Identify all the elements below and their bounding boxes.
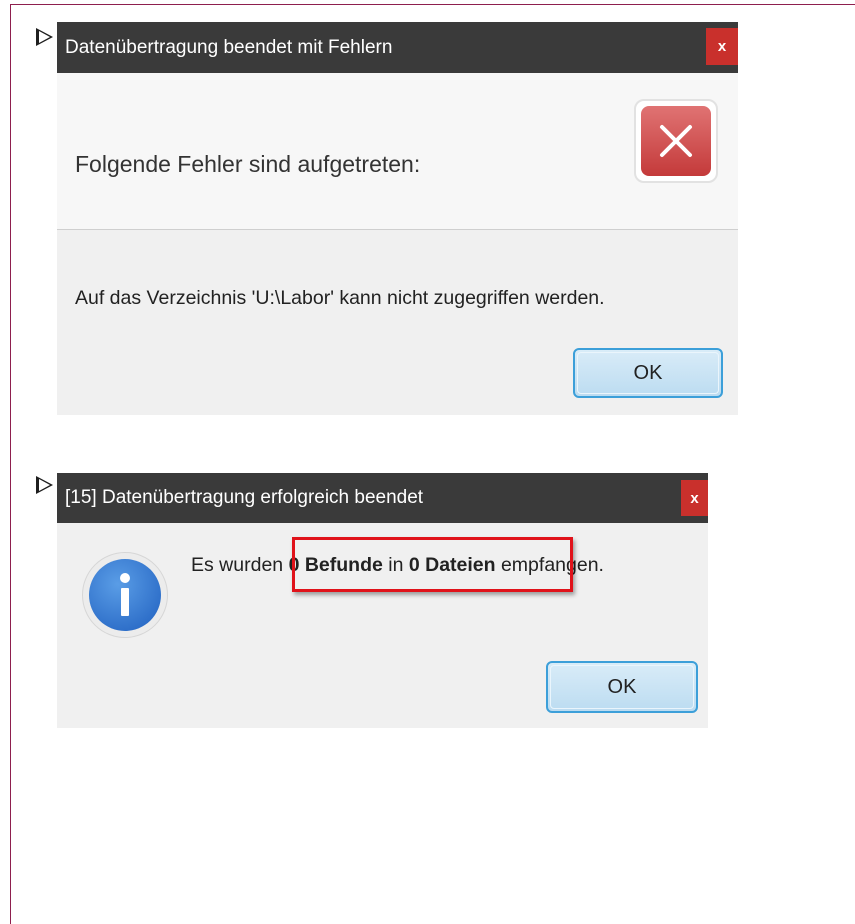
error-x-icon [634,99,718,183]
ok-button-label: OK [607,675,637,698]
close-icon: x [690,489,699,507]
close-icon: x [717,38,727,55]
ok-button-label: OK [633,361,663,384]
success-dialog: [15] Datenübertragung erfolgreich beende… [57,473,708,728]
error-dialog-close-button[interactable]: x [706,28,738,65]
highlight-box [292,537,573,592]
bullet-arrow-icon [36,28,53,46]
i-glyph [120,573,130,616]
success-dialog-ok-button[interactable]: OK [546,661,698,713]
info-badge [89,559,161,631]
error-dialog-titlebar[interactable]: Datenübertragung beendet mit Fehlern x [57,22,738,73]
error-dialog-header: Folgende Fehler sind aufgetreten: [75,151,421,177]
error-dialog-title: Datenübertragung beendet mit Fehlern [65,36,393,58]
error-dialog-message: Auf das Verzeichnis 'U:\Labor' kann nich… [75,287,605,309]
success-dialog-titlebar[interactable]: [15] Datenübertragung erfolgreich beende… [57,473,708,523]
bullet-arrow-icon [36,476,53,494]
success-dialog-close-button[interactable]: x [681,480,708,516]
message-prefix: Es wurden [191,554,289,576]
info-icon [82,552,168,638]
error-dialog-ok-button[interactable]: OK [573,348,723,398]
success-dialog-title: [15] Datenübertragung erfolgreich beende… [65,487,424,508]
error-x-badge [641,106,711,176]
error-dialog-header-area: Folgende Fehler sind aufgetreten: [57,73,738,230]
error-dialog: Datenübertragung beendet mit Fehlern x F… [57,22,738,415]
x-glyph [660,125,692,157]
